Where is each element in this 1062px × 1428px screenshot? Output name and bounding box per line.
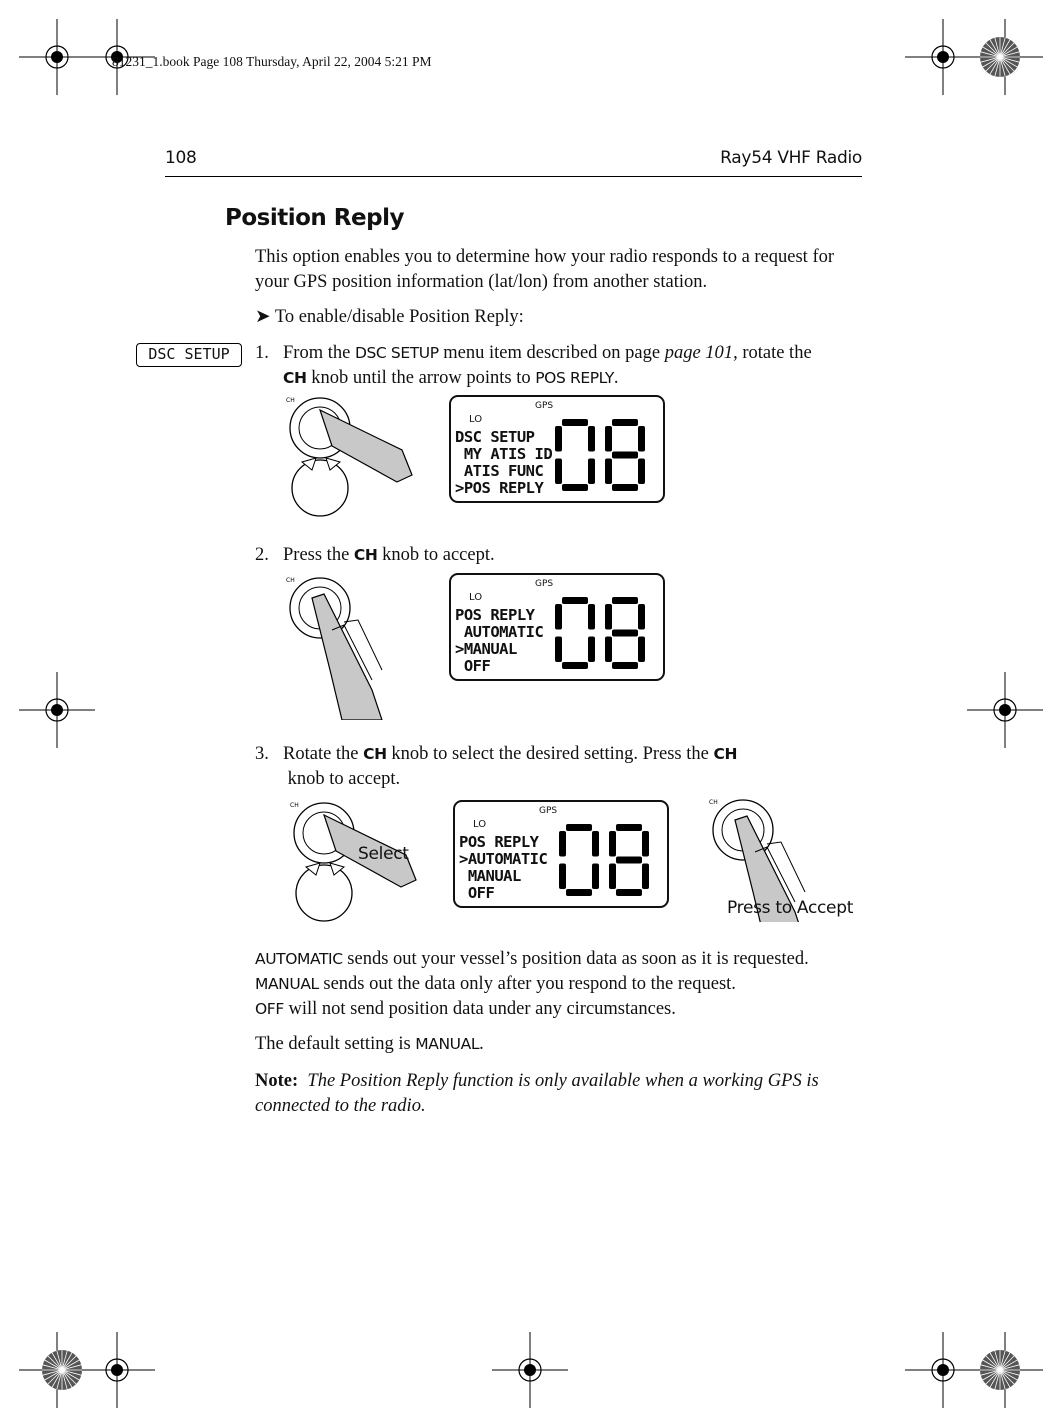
note: Note: The Position Reply function is onl… — [255, 1071, 819, 1116]
digit-segment — [605, 636, 612, 662]
section-title: Position Reply — [225, 205, 404, 231]
print-slug: 81231_1.book Page 108 Thursday, April 22… — [112, 54, 432, 69]
header-rule — [165, 176, 862, 177]
digit-segment — [642, 863, 649, 889]
step-2: 2. Press the CH knob to accept. — [255, 545, 495, 565]
digit-segment — [605, 458, 612, 484]
lcd-display-2: GPS LO POS REPLY AUTOMATIC >MANUAL OFF — [449, 573, 665, 681]
digit-segment — [638, 604, 645, 630]
svg-text:CH: CH — [290, 802, 299, 809]
digit-segment — [616, 824, 642, 831]
digit-segment — [555, 636, 562, 662]
digit-segment — [592, 831, 599, 857]
digit-segment — [588, 604, 595, 630]
step-1: 1. From the DSC SETUP menu item described… — [255, 343, 812, 388]
digit-segment — [555, 458, 562, 484]
press-caption: Press to Accept — [727, 898, 854, 918]
registration-marks — [19, 19, 1043, 1408]
channel-digits — [555, 597, 645, 669]
digit-segment — [638, 458, 645, 484]
digit-segment — [555, 604, 562, 630]
digit-segment — [588, 636, 595, 662]
lcd-display-3: GPS LO POS REPLY >AUTOMATIC MANUAL OFF — [453, 800, 669, 908]
starburst-mark — [980, 1350, 1020, 1390]
digit-segment — [562, 419, 588, 426]
digit-segment — [562, 662, 588, 669]
lcd-display-1: GPS LO DSC SETUP MY ATIS ID ATIS FUNC >POS… — [449, 395, 665, 503]
procedure-heading: ➤ To enable/disable Position Reply: — [255, 307, 524, 327]
digit-segment — [588, 426, 595, 452]
digit-segment — [612, 597, 638, 604]
digit-segment — [592, 863, 599, 889]
svg-text:CH: CH — [286, 397, 295, 404]
intro-paragraph: This option enables you to determine how… — [255, 247, 835, 292]
arrow-icon: ➤ — [255, 307, 271, 327]
rotate-knob-illustration: CH — [286, 397, 413, 517]
digit-segment — [642, 831, 649, 857]
digit-segment — [612, 484, 638, 491]
digit-segment — [612, 629, 638, 637]
running-header: Ray54 VHF Radio — [720, 148, 862, 168]
digit-segment — [638, 426, 645, 452]
digit-segment — [605, 426, 612, 452]
starburst-mark — [980, 37, 1020, 77]
channel-digits — [559, 824, 649, 896]
digit-segment — [612, 451, 638, 459]
digit-segment — [555, 426, 562, 452]
option-manual: MANUAL sends out the data only after you… — [255, 974, 736, 994]
digit-segment — [566, 824, 592, 831]
digit-segment — [559, 831, 566, 857]
digit-segment — [609, 863, 616, 889]
svg-text:CH: CH — [286, 577, 295, 584]
digit-segment — [588, 458, 595, 484]
page-number: 108 — [165, 148, 197, 168]
channel-digits — [555, 419, 645, 491]
digit-segment — [609, 831, 616, 857]
digit-segment — [616, 889, 642, 896]
press-knob-illustration: CH — [286, 577, 383, 720]
digit-segment — [612, 662, 638, 669]
options-description: AUTOMATIC sends out your vessel’s positi… — [255, 947, 875, 1022]
margin-tag: DSC SETUP — [136, 343, 242, 367]
digit-segment — [562, 597, 588, 604]
digit-segment — [605, 604, 612, 630]
svg-text:CH: CH — [709, 799, 718, 806]
digit-segment — [562, 484, 588, 491]
step-3: 3. Rotate the CH knob to select the desir… — [255, 744, 738, 789]
digit-segment — [638, 636, 645, 662]
select-caption: Select — [358, 844, 409, 864]
digit-segment — [566, 889, 592, 896]
option-off: OFF will not send position data under an… — [255, 999, 676, 1019]
digit-segment — [616, 856, 642, 864]
starburst-mark — [42, 1350, 82, 1390]
digit-segment — [559, 863, 566, 889]
digit-segment — [612, 419, 638, 426]
option-automatic: AUTOMATIC sends out your vessel’s positi… — [255, 949, 809, 969]
default-setting: The default setting is MANUAL. — [255, 1034, 484, 1054]
